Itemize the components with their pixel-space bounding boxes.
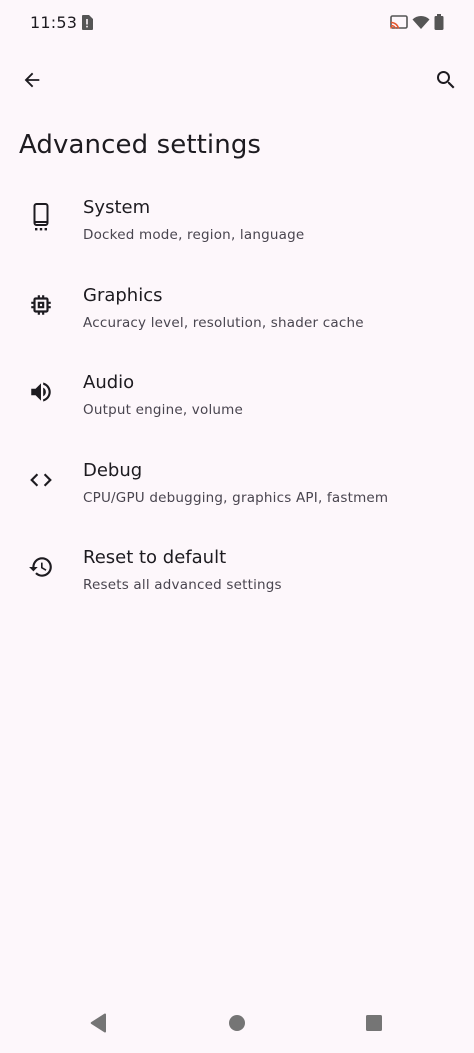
top-app-bar	[0, 58, 474, 106]
wifi-icon	[412, 15, 430, 34]
settings-item-system[interactable]: System Docked mode, region, language	[0, 180, 474, 268]
back-button[interactable]	[8, 58, 56, 106]
settings-item-title: Debug	[83, 459, 143, 481]
nav-recents-button[interactable]	[356, 1007, 392, 1043]
settings-item-debug[interactable]: Debug CPU/GPU debugging, graphics API, f…	[0, 443, 474, 531]
memory-chip-icon	[28, 292, 54, 318]
settings-item-reset[interactable]: Reset to default Resets all advanced set…	[0, 530, 474, 618]
arrow-back-icon	[21, 69, 43, 95]
nav-back-icon	[90, 1013, 108, 1037]
settings-list: System Docked mode, region, language Gra…	[0, 180, 474, 618]
nav-home-button[interactable]	[219, 1007, 255, 1043]
settings-item-title: Graphics	[83, 284, 163, 306]
settings-item-subtitle: Resets all advanced settings	[83, 577, 282, 593]
sim-alert-icon	[81, 15, 93, 34]
nav-recents-icon	[365, 1014, 383, 1036]
settings-item-subtitle: Accuracy level, resolution, shader cache	[83, 314, 364, 331]
restore-history-icon	[28, 554, 54, 580]
settings-item-subtitle: Output engine, volume	[83, 402, 244, 418]
settings-item-graphics[interactable]: Graphics Accuracy level, resolution, sha…	[0, 268, 474, 356]
system-nav-bar	[0, 997, 474, 1053]
settings-item-title: Reset to default	[83, 547, 227, 568]
battery-icon	[434, 14, 444, 34]
cast-icon	[390, 14, 408, 34]
search-button[interactable]	[422, 58, 470, 106]
settings-item-subtitle: CPU/GPU debugging, graphics API, fastmem	[83, 489, 389, 506]
nav-back-button[interactable]	[81, 1007, 117, 1043]
settings-item-title: Audio	[83, 372, 135, 393]
nav-home-icon	[228, 1014, 246, 1036]
search-icon	[434, 68, 458, 96]
status-icons	[390, 14, 444, 34]
status-time: 11:53	[30, 13, 78, 32]
settings-item-subtitle: Docked mode, region, language	[83, 227, 305, 243]
code-icon	[28, 467, 54, 493]
smartphone-icon	[28, 203, 54, 231]
settings-item-title: System	[83, 197, 151, 218]
settings-item-audio[interactable]: Audio Output engine, volume	[0, 355, 474, 443]
page-title: Advanced settings	[19, 130, 262, 160]
status-bar: 11:53	[0, 0, 474, 46]
volume-icon	[28, 379, 54, 405]
